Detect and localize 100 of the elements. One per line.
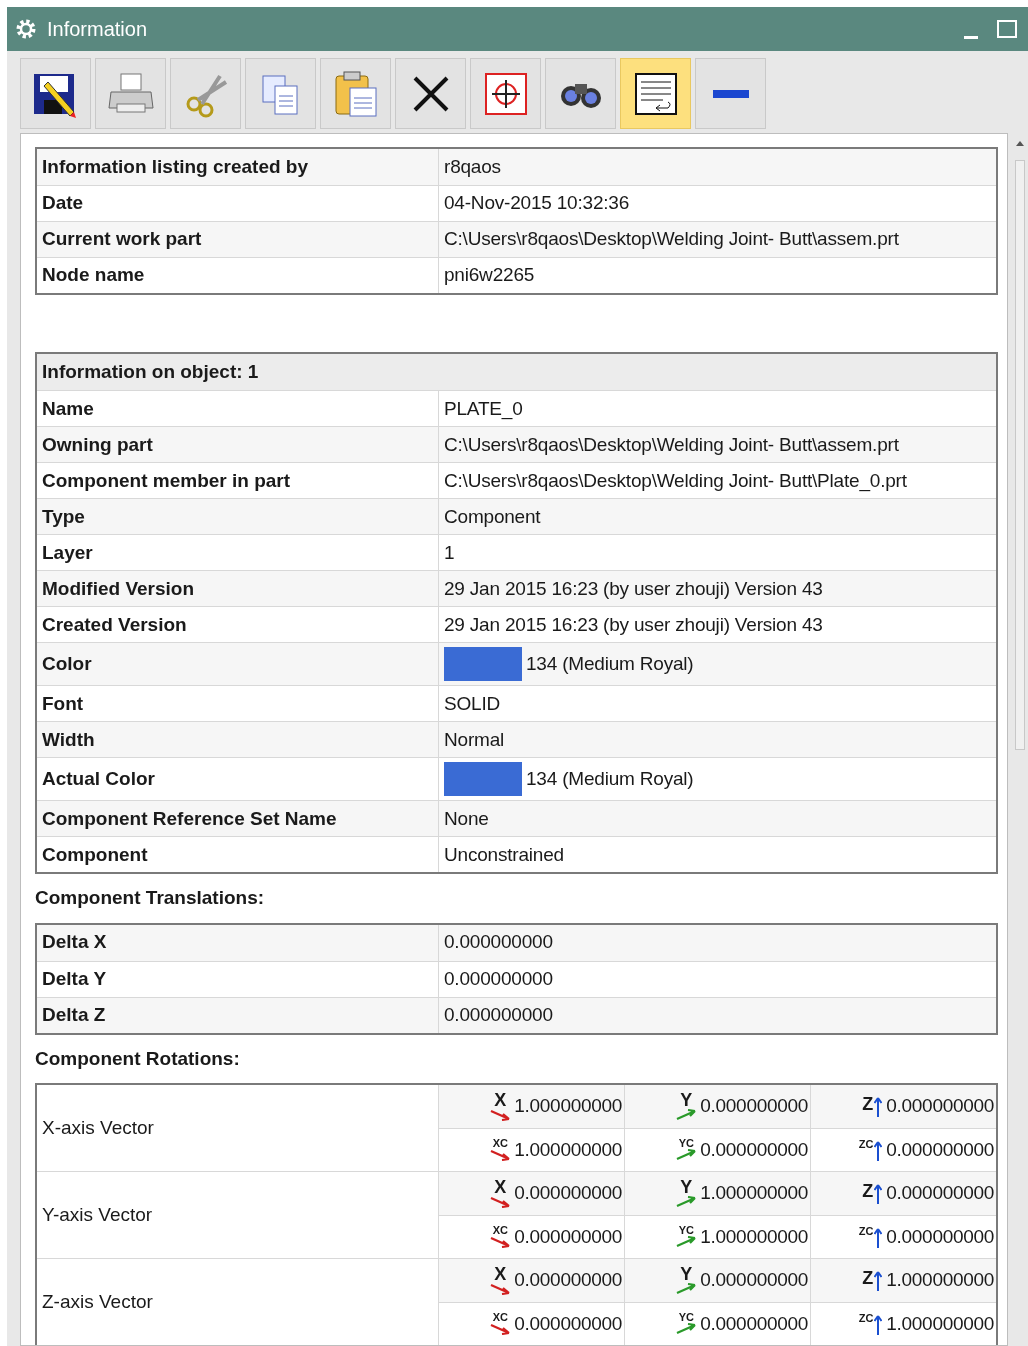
field-value: 04-Nov-2015 10:32:36 [444,191,630,216]
axis-label: Z [862,1182,874,1201]
up-arrow-icon [874,1271,883,1292]
arrow-icon [676,1323,697,1336]
arrow-icon [676,1196,697,1209]
field-value: C:\Users\r8qaos\Desktop\Welding Joint- Butt\assem.prt [444,227,899,252]
field-label: Component Reference Set Name [42,806,337,831]
field-value: C:\Users\r8qaos\Desktop\Welding Joint- Butt\Plate_0.prt [444,468,907,494]
toolbar-button[interactable] [470,58,541,129]
axis-label: XC [492,1225,508,1237]
field-label: Color [42,652,92,677]
field-label: Actual Color [42,767,155,792]
field-label: Component [42,842,148,867]
field-value: pni6w2265 [444,263,535,288]
arrow-icon [676,1109,697,1122]
up-arrow-icon [874,1184,883,1205]
field-label: Type [42,504,85,529]
vector-component: 0.000000000 [886,1224,994,1249]
axis-label: X [494,1091,507,1110]
toolbar-button[interactable] [620,58,691,129]
settings-icon [15,18,37,40]
field-label: Layer [42,540,93,565]
arrow-icon [490,1149,511,1162]
vector-component: 0.000000000 [514,1181,622,1206]
vector-label: Z-axis Vector [42,1289,153,1314]
field-label: Current work part [42,227,202,252]
arrow-icon [676,1236,697,1249]
section-heading: Component Translations: [35,886,265,911]
axis-label: YC [678,1138,694,1150]
arrow-icon [490,1283,511,1296]
field-value: r8qaos [444,154,501,179]
arrow-icon [490,1109,511,1122]
field-value: 29 Jan 2015 16:23 (by user zhouji) Version 43 [444,612,823,637]
vector-component: 0.000000000 [700,1137,808,1162]
field-label: Owning part [42,432,153,457]
window-title: Information [47,17,149,42]
toolbar-button[interactable] [20,58,91,129]
axis-label: XC [492,1312,508,1324]
field-value: 1 [444,540,455,565]
field-value: 134 (Medium Royal) [526,767,694,792]
axis-label: Y [680,1091,693,1110]
toolbar-button[interactable] [395,58,466,129]
arrow-icon [676,1149,697,1162]
vector-component: 1.000000000 [886,1268,994,1293]
scrollbar-thumb[interactable] [1015,160,1025,750]
field-value: C:\Users\r8qaos\Desktop\Welding Joint- Butt\assem.prt [444,432,899,457]
axis-label: ZC [858,1226,874,1237]
scroll-up-icon[interactable] [1016,141,1024,146]
vector-label: Y-axis Vector [42,1202,153,1227]
field-label: Delta X [42,930,107,955]
axis-label: Y [680,1265,693,1284]
field-label: Created Version [42,612,187,637]
arrow-icon [490,1196,511,1209]
vector-component: 1.000000000 [886,1311,994,1336]
vector-component: 0.000000000 [700,1268,808,1293]
axis-label: XC [492,1138,508,1150]
field-value: 0.000000000 [444,1002,553,1027]
axis-label: Z [862,1269,874,1288]
vector-label: X-axis Vector [42,1115,154,1140]
section-heading: Component Rotations: [35,1046,240,1071]
vector-component: 1.000000000 [514,1094,622,1119]
toolbar-button[interactable] [545,58,616,129]
field-label: Font [42,691,84,716]
vector-component: 0.000000000 [514,1268,622,1293]
field-label: Delta Y [42,966,107,991]
field-value: PLATE_0 [444,396,523,422]
axis-label: YC [678,1312,694,1324]
field-label: Node name [42,263,145,288]
up-arrow-icon [874,1315,883,1335]
vector-component: 0.000000000 [886,1181,994,1206]
field-value: SOLID [444,691,501,716]
up-arrow-icon [874,1097,883,1118]
axis-label: X [494,1178,507,1197]
field-label: Delta Z [42,1002,106,1027]
field-label: Name [42,396,94,421]
field-value: None [444,806,489,831]
vector-component: 0.000000000 [514,1311,622,1336]
field-value: Component [444,504,541,529]
axis-label: YC [678,1225,694,1237]
up-arrow-icon [874,1141,883,1161]
field-label: Modified Version [42,576,195,601]
vector-component: 0.000000000 [886,1094,994,1119]
axis-label: Y [680,1178,693,1197]
field-value: 0.000000000 [444,930,553,955]
vector-component: 0.000000000 [700,1311,808,1336]
minus-icon [712,89,749,98]
axis-label: Z [862,1095,874,1114]
field-value: 29 Jan 2015 16:23 (by user zhouji) Version 43 [444,576,823,601]
field-label: Information listing created by [42,154,309,179]
field-label: Component member in part [42,468,291,493]
field-label: Width [42,727,95,752]
vector-component: 0.000000000 [514,1224,622,1249]
axis-label: ZC [858,1313,874,1324]
vector-component: 1.000000000 [700,1224,808,1249]
vector-component: 1.000000000 [700,1181,808,1206]
vector-component: 0.000000000 [886,1137,994,1162]
field-value: 0.000000000 [444,966,553,991]
field-value: 134 (Medium Royal) [526,652,694,677]
axis-label: ZC [858,1139,874,1150]
table-heading: Information on object: 1 [42,360,259,385]
